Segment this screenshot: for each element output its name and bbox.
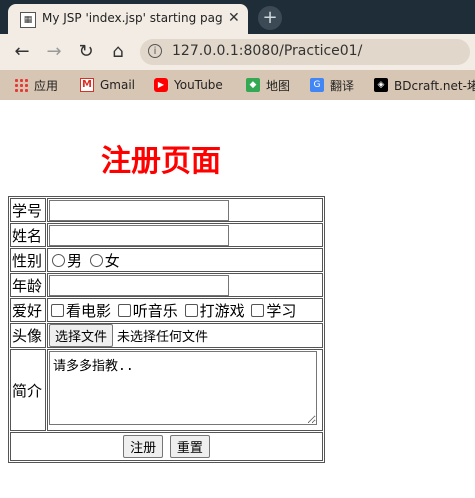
- bookmarks-bar: 应用 M Gmail ▶ YouTube ◆ 地图 G 翻译 ◈ BDcraft…: [0, 70, 475, 100]
- page-favicon-icon: ▦: [20, 12, 36, 28]
- gender-male-label[interactable]: 男: [67, 252, 82, 270]
- bookmark-label: 应用: [34, 78, 59, 93]
- avatar-row: 头像 选择文件 未选择任何文件: [10, 323, 323, 348]
- tab-title: My JSP 'index.jsp' starting page: [42, 11, 222, 25]
- bookmark-apps[interactable]: 应用: [14, 76, 58, 94]
- gender-female-radio[interactable]: [89, 253, 103, 267]
- hobby-movies-checkbox[interactable]: [51, 303, 64, 317]
- home-icon[interactable]: ⌂: [106, 40, 130, 64]
- bookmark-gmail[interactable]: M Gmail: [80, 76, 135, 94]
- bdcraft-icon: ◈: [374, 78, 388, 92]
- apps-icon: [14, 78, 28, 92]
- name-input[interactable]: [49, 224, 229, 246]
- bookmark-label: 地图: [266, 78, 291, 93]
- page-title: 注册页面: [101, 144, 221, 179]
- browser-toolbar: ← → ↻ ⌂ i 127.0.0.1:8080/Practice01/: [0, 34, 475, 70]
- hobby-movies-label[interactable]: 看电影: [66, 302, 111, 320]
- bio-textarea[interactable]: 请多多指教..: [49, 351, 317, 425]
- age-row: 年龄: [10, 273, 323, 297]
- name-row: 姓名: [10, 223, 323, 247]
- forward-icon[interactable]: →: [42, 40, 66, 64]
- hobby-music-label[interactable]: 听音乐: [133, 302, 178, 320]
- bio-row: 简介 请多多指教..: [10, 349, 323, 431]
- bookmark-label: 翻译: [330, 78, 355, 93]
- reload-icon[interactable]: ↻: [74, 40, 98, 64]
- close-tab-icon[interactable]: ✕: [228, 8, 240, 28]
- info-icon[interactable]: i: [148, 44, 162, 58]
- hobby-games-label[interactable]: 打游戏: [200, 302, 245, 320]
- bookmark-label: BDcraft.net-堵: [394, 78, 475, 93]
- hobby-study-label[interactable]: 学习: [266, 302, 296, 320]
- student-id-label: 学号: [10, 198, 46, 222]
- browser-tab[interactable]: ▦ My JSP 'index.jsp' starting page ✕: [8, 4, 248, 34]
- address-bar[interactable]: i 127.0.0.1:8080/Practice01/: [140, 39, 470, 65]
- reset-button[interactable]: 重置: [169, 435, 210, 458]
- choose-file-button[interactable]: 选择文件: [49, 324, 114, 347]
- student-id-input[interactable]: [49, 199, 229, 221]
- hobby-label: 爱好: [10, 298, 46, 322]
- bookmark-maps[interactable]: ◆ 地图: [246, 76, 290, 94]
- registration-form: 学号 姓名 性别 男 女 年龄 爱好 看电影 听音乐 打游戏 学习 头像 选择文…: [8, 196, 325, 463]
- hobby-games-checkbox[interactable]: [184, 303, 198, 317]
- hobby-study-checkbox[interactable]: [251, 303, 265, 317]
- maps-icon: ◆: [246, 78, 260, 92]
- age-label: 年龄: [10, 273, 46, 297]
- gmail-icon: M: [80, 78, 94, 92]
- gender-label: 性别: [10, 248, 46, 272]
- gender-male-radio[interactable]: [52, 253, 65, 267]
- hobby-row: 爱好 看电影 听音乐 打游戏 学习: [10, 298, 323, 322]
- gender-row: 性别 男 女: [10, 248, 323, 272]
- bookmark-youtube[interactable]: ▶ YouTube: [154, 76, 223, 94]
- bookmark-label: YouTube: [174, 78, 223, 92]
- student-id-row: 学号: [10, 198, 323, 222]
- bio-label: 简介: [10, 349, 46, 431]
- url-text[interactable]: 127.0.0.1:8080/Practice01/: [172, 43, 362, 59]
- hobby-music-checkbox[interactable]: [117, 303, 131, 317]
- age-input[interactable]: [49, 274, 229, 296]
- submit-button[interactable]: 注册: [123, 435, 164, 458]
- name-label: 姓名: [10, 223, 46, 247]
- avatar-label: 头像: [10, 323, 46, 348]
- tab-strip: ▦ My JSP 'index.jsp' starting page ✕ +: [0, 0, 475, 34]
- buttons-row: 注册 重置: [10, 432, 323, 461]
- translate-icon: G: [310, 78, 324, 92]
- youtube-icon: ▶: [154, 78, 168, 92]
- back-icon[interactable]: ←: [10, 40, 34, 64]
- gender-female-label[interactable]: 女: [105, 252, 120, 270]
- bookmark-bdcraft[interactable]: ◈ BDcraft.net-堵: [374, 76, 475, 94]
- file-status: 未选择任何文件: [117, 330, 209, 345]
- bookmark-translate[interactable]: G 翻译: [310, 76, 354, 94]
- new-tab-button[interactable]: +: [258, 6, 282, 30]
- bookmark-label: Gmail: [100, 78, 136, 92]
